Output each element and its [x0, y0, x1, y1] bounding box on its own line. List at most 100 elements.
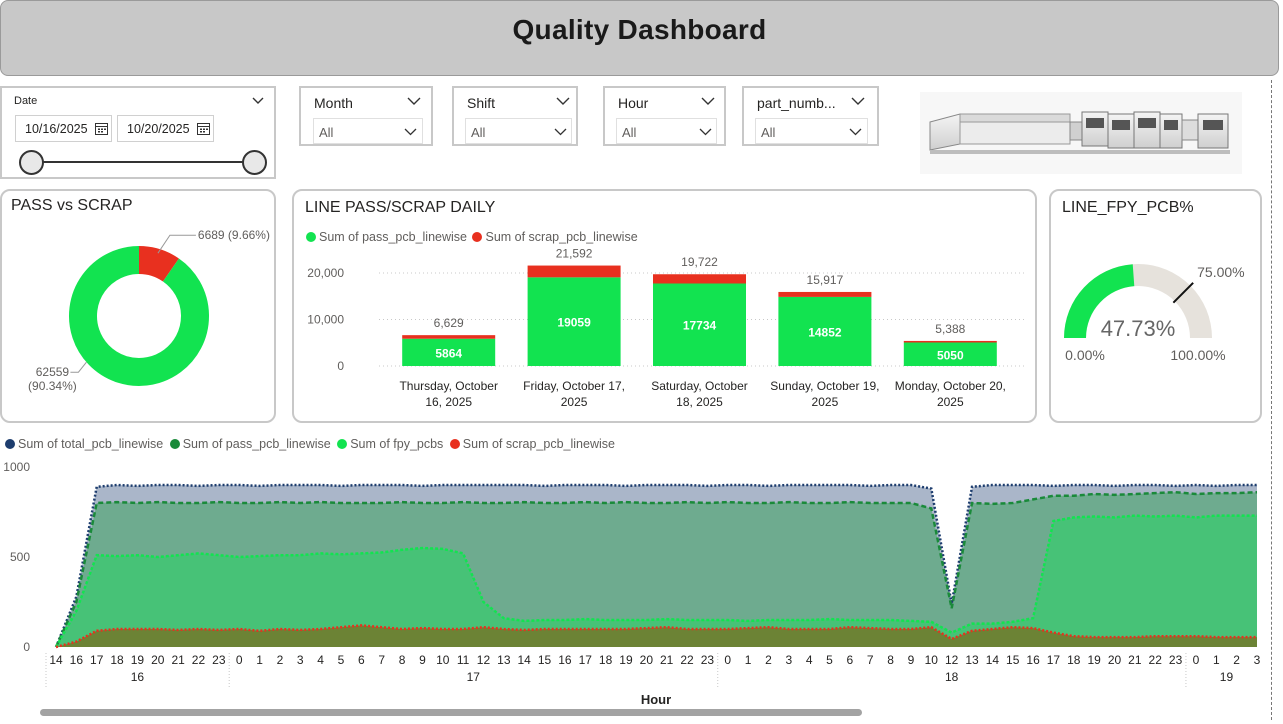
vertical-page-border	[1271, 80, 1272, 720]
x-hour-label: 18	[110, 653, 124, 667]
pass-bar-label: 5864	[435, 346, 462, 360]
chevron-down-icon[interactable]	[404, 128, 417, 136]
pass-leader-line	[70, 361, 87, 373]
chevron-down-icon[interactable]	[701, 97, 715, 106]
legend-total-label: Sum of total_pcb_linewise	[18, 437, 164, 451]
total-bar-label: 21,592	[556, 247, 593, 261]
line-pass-scrap-daily-card: LINE PASS/SCRAP DAILY Sum of pass_pcb_li…	[292, 189, 1037, 423]
chevron-down-icon[interactable]	[851, 97, 865, 106]
shift-slicer[interactable]: Shift All	[452, 86, 578, 146]
chevron-down-icon[interactable]	[554, 128, 567, 136]
x-hour-label: 2	[277, 653, 284, 667]
x-hour-label: 5	[338, 653, 345, 667]
shift-dropdown[interactable]: All	[465, 118, 572, 144]
x-category-label-line1: Thursday, October	[399, 379, 497, 393]
month-slicer-label: Month	[314, 95, 353, 111]
date-range-end-handle[interactable]	[242, 150, 267, 175]
x-hour-label: 6	[847, 653, 854, 667]
end-date-value: 10/20/2025	[127, 122, 190, 136]
chevron-down-icon[interactable]	[252, 97, 264, 105]
date-slicer[interactable]: Date 10/16/2025 10/20/2025	[0, 86, 276, 179]
gauge-min-label: 0.00%	[1065, 347, 1105, 363]
x-hour-label: 18	[1067, 653, 1081, 667]
chevron-down-icon[interactable]	[699, 128, 712, 136]
total-bar-label: 15,917	[807, 273, 844, 287]
scrap-bar	[527, 265, 621, 278]
chevron-down-icon[interactable]	[407, 97, 421, 106]
y-tick-label: 0	[23, 640, 30, 654]
part-number-slicer[interactable]: part_numb... All	[742, 86, 879, 146]
month-dropdown[interactable]: All	[313, 118, 423, 144]
calendar-icon[interactable]	[197, 122, 210, 135]
month-dropdown-value: All	[319, 125, 334, 140]
donut-slice-pass	[69, 246, 209, 386]
start-date-input[interactable]: 10/16/2025	[15, 115, 112, 142]
x-hour-label: 21	[171, 653, 185, 667]
x-category-label-line1: Sunday, October 19,	[770, 379, 879, 393]
scrap-bar	[903, 340, 997, 343]
gauge-value-label: 47.73%	[1101, 316, 1176, 341]
x-hour-label: 10	[925, 653, 939, 667]
x-hour-label: 23	[1169, 653, 1183, 667]
x-category-label-line2: 18, 2025	[676, 395, 723, 409]
scrap-bar	[778, 291, 872, 297]
legend-dot-fpy	[337, 439, 348, 449]
scrap-bar	[653, 274, 746, 284]
legend-scrap-linewise-label: Sum of scrap_pcb_linewise	[462, 437, 615, 451]
hour-dropdown[interactable]: All	[616, 118, 717, 144]
x-hour-label: 6	[358, 653, 365, 667]
x-hour-label: 5	[826, 653, 833, 667]
x-hour-label: 0	[1193, 653, 1200, 667]
x-hour-label: 15	[538, 653, 552, 667]
chevron-down-icon[interactable]	[556, 97, 570, 106]
month-slicer[interactable]: Month All	[299, 86, 433, 146]
page-title: Quality Dashboard	[512, 14, 767, 45]
end-date-input[interactable]: 10/20/2025	[117, 115, 214, 142]
x-hour-label: 16	[1026, 653, 1040, 667]
smt-line-machine-image	[920, 92, 1242, 174]
pass-bar-label: 14852	[808, 325, 842, 339]
x-hour-label: 21	[660, 653, 674, 667]
pass-bar-label: 19059	[557, 316, 591, 330]
x-hour-label: 21	[1128, 653, 1142, 667]
part-number-dropdown[interactable]: All	[755, 118, 868, 144]
x-hour-label: 18	[599, 653, 613, 667]
legend-fpy[interactable]: Sum of fpy_pcbs	[337, 437, 443, 451]
y-tick-label: 10,000	[307, 312, 344, 326]
x-category-label-line2: 2025	[812, 395, 839, 409]
x-hour-label: 22	[192, 653, 206, 667]
x-hour-label: 10	[436, 653, 450, 667]
x-hour-label: 0	[724, 653, 731, 667]
x-hour-label: 1	[745, 653, 752, 667]
legend-pass-linewise[interactable]: Sum of pass_pcb_linewise	[169, 437, 331, 451]
x-hour-label: 8	[887, 653, 894, 667]
hourly-area-chart: 0500100014 16 17 18 19 20 21 22 23 0 1 2 3 4 5 6 7 8 9 10 11…	[3, 460, 1261, 707]
total-bar-label: 6,629	[434, 316, 464, 330]
legend-dot-pass-linewise	[169, 439, 180, 449]
pass-data-label-value: 62559	[36, 365, 70, 379]
x-hour-label: 14	[986, 653, 1000, 667]
x-hour-label: 12	[945, 653, 959, 667]
hourly-chart-legend: Sum of total_pcb_linewise Sum of pass_pc…	[5, 437, 615, 451]
legend-scrap-linewise[interactable]: Sum of scrap_pcb_linewise	[449, 437, 615, 451]
y-tick-label: 0	[337, 359, 344, 373]
calendar-icon[interactable]	[95, 122, 108, 135]
x-hour-label: 3	[1254, 653, 1261, 667]
x-hour-label: 9	[419, 653, 426, 667]
chevron-down-icon[interactable]	[849, 128, 862, 136]
x-hour-label: 7	[867, 653, 874, 667]
x-category-label-line2: 16, 2025	[425, 395, 472, 409]
x-hour-label: 14	[49, 653, 63, 667]
legend-dot-scrap-linewise	[449, 439, 460, 449]
x-hour-label: 19	[131, 653, 145, 667]
horizontal-scrollbar-thumb[interactable]	[40, 709, 862, 716]
legend-total[interactable]: Sum of total_pcb_linewise	[5, 437, 163, 451]
pass-vs-scrap-donut: 6689 (9.66%) 62559(90.34%)	[28, 228, 270, 393]
hour-dropdown-value: All	[622, 125, 637, 140]
hour-slicer[interactable]: Hour All	[603, 86, 726, 146]
x-hour-label: 4	[806, 653, 813, 667]
legend-fpy-label: Sum of fpy_pcbs	[350, 437, 444, 451]
date-range-start-handle[interactable]	[19, 150, 44, 175]
legend-dot-total	[5, 439, 15, 449]
x-category-label-line1: Saturday, October	[651, 379, 748, 393]
